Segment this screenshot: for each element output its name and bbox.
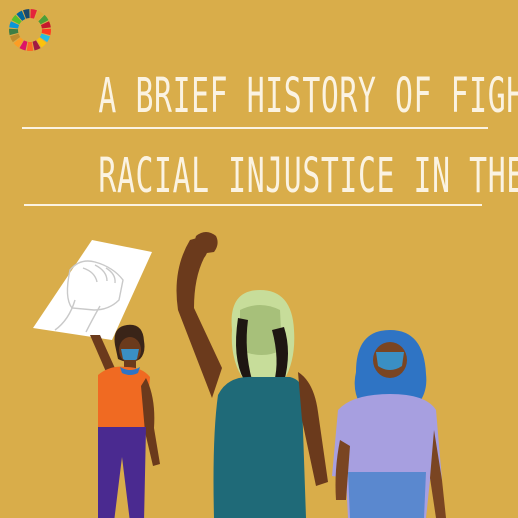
- protest-sign: [33, 240, 152, 340]
- title-line-1: A brief history of fighting: [98, 68, 518, 124]
- title-underline-1: [22, 127, 488, 129]
- right-protester: [332, 330, 446, 518]
- sdg-color-wheel-icon: [8, 9, 51, 51]
- protesters-illustration: [33, 232, 446, 518]
- sdg-wheel-segment: [26, 41, 34, 51]
- title-line-2: racial injustice in the US: [98, 148, 518, 204]
- middle-protester: [176, 232, 328, 518]
- title-underline-2: [24, 204, 482, 206]
- poster: A brief history of fighting racial injus…: [0, 0, 518, 518]
